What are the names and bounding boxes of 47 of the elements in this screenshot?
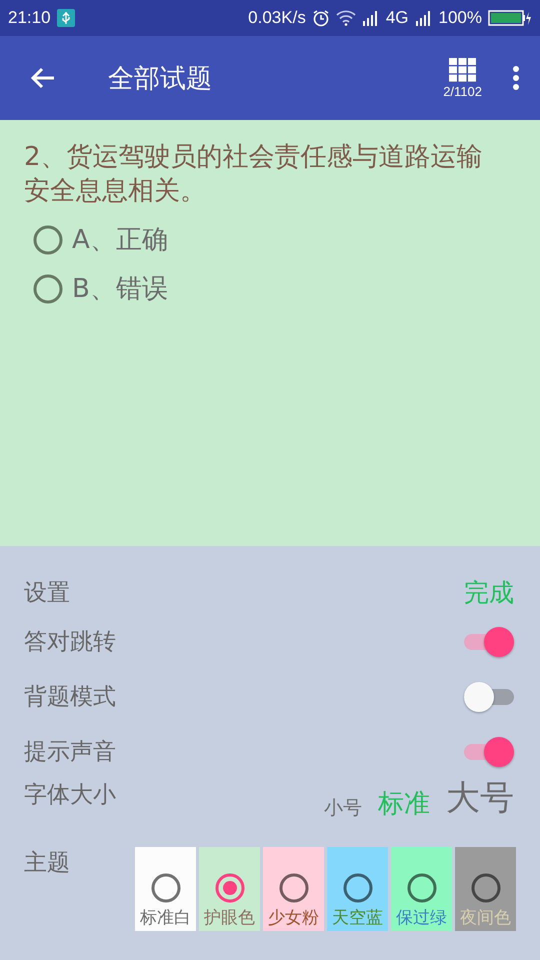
theme-option[interactable]: 夜间色: [455, 847, 516, 931]
theme-label: 主题: [24, 849, 70, 878]
answer-option[interactable]: B、错误: [72, 271, 168, 306]
theme-option[interactable]: 保过绿: [391, 847, 452, 931]
answer-radio[interactable]: [32, 224, 64, 256]
theme-option[interactable]: 标准白: [135, 847, 196, 931]
font-size-label: 字体大小: [24, 781, 116, 810]
toggle-switch[interactable]: [462, 734, 516, 768]
battery-icon: [488, 10, 532, 26]
theme-option[interactable]: 少女粉: [263, 847, 324, 931]
toggle-switch[interactable]: [462, 624, 516, 658]
theme-name: 护眼色: [204, 907, 255, 929]
alarm-icon: [312, 9, 330, 27]
theme-radio[interactable]: [214, 872, 246, 904]
question-grid-button[interactable]: 2/1102: [439, 54, 486, 102]
page-title: 全部试题: [108, 62, 212, 96]
network-type: 4G: [386, 8, 409, 28]
settings-title: 设置: [24, 578, 70, 608]
answer-radio[interactable]: [32, 272, 64, 304]
network-speed: 0.03K/s: [248, 8, 306, 28]
theme-radio[interactable]: [470, 872, 502, 904]
theme-option[interactable]: 护眼色: [199, 847, 260, 931]
theme-radio[interactable]: [150, 872, 182, 904]
font-size-option[interactable]: 大号: [446, 775, 514, 821]
battery-percent: 100%: [438, 8, 482, 28]
theme-name: 夜间色: [460, 907, 511, 929]
grid-icon: [448, 58, 477, 82]
theme-radio[interactable]: [342, 872, 374, 904]
toggle-label: 提示声音: [24, 738, 116, 767]
answer-option[interactable]: A、正确: [72, 222, 168, 257]
theme-name: 少女粉: [268, 907, 319, 929]
signal-icon: [414, 10, 433, 26]
signal-icon: [362, 10, 380, 26]
usb-icon: [56, 9, 75, 27]
theme-name: 天空蓝: [332, 907, 383, 929]
theme-option[interactable]: 天空蓝: [327, 847, 388, 931]
wifi-icon: [336, 10, 356, 26]
theme-name: 标准白: [140, 907, 191, 929]
toggle-label: 答对跳转: [24, 628, 116, 657]
question-text: 2、货运驾驶员的社会责任感与道路运输安全息息相关。: [24, 141, 484, 208]
theme-radio[interactable]: [406, 872, 438, 904]
toggle-switch[interactable]: [462, 680, 516, 714]
font-size-option[interactable]: 小号: [324, 795, 362, 821]
theme-name: 保过绿: [396, 907, 447, 929]
status-time: 21:10: [8, 8, 51, 28]
toggle-label: 背题模式: [24, 683, 116, 712]
theme-radio[interactable]: [278, 872, 310, 904]
